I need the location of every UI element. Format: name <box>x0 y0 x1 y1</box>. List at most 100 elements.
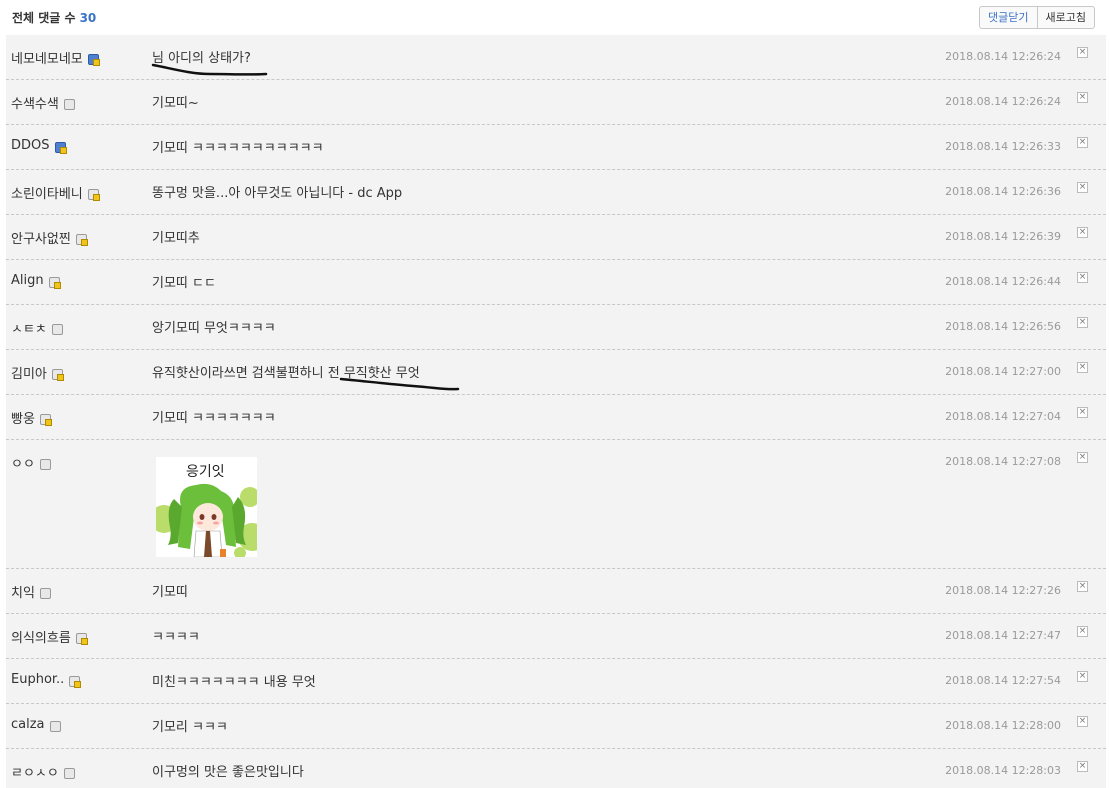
comment-author[interactable]: 수색수색 <box>11 93 75 112</box>
author-nickname[interactable]: DDOS <box>11 138 50 153</box>
author-nickname[interactable]: calza <box>11 717 45 732</box>
comment-author[interactable]: 안구사없찐 <box>11 228 88 247</box>
delete-comment-icon[interactable]: × <box>1077 92 1088 103</box>
author-nickname[interactable]: 안구사없찐 <box>11 228 71 247</box>
delete-comment-icon[interactable]: × <box>1077 272 1088 283</box>
comment-timestamp: 2018.08.14 12:26:39 <box>945 230 1061 243</box>
comment-text: 이구멍의 맛은 좋은맛입니다 <box>152 765 304 780</box>
comment-timestamp: 2018.08.14 12:27:08 <box>945 455 1061 468</box>
delete-comment-icon[interactable]: × <box>1077 317 1088 328</box>
gallery-member-icon <box>87 188 100 201</box>
delete-comment-icon[interactable]: × <box>1077 227 1088 238</box>
comment-author[interactable]: 소린이타베니 <box>11 183 100 202</box>
comment-text: 기모띠~ <box>152 96 199 111</box>
comment-timestamp: 2018.08.14 12:28:03 <box>945 764 1061 777</box>
comment-timestamp: 2018.08.14 12:26:24 <box>945 95 1061 108</box>
author-nickname[interactable]: ㅇㅇ <box>11 453 35 472</box>
delete-comment-icon[interactable]: × <box>1077 716 1088 727</box>
gallery-member-icon <box>39 458 51 470</box>
gallery-member-icon <box>69 675 82 688</box>
comment-list: 네모네모네모 님 아디의 상태가? 2018.08.14 12:26:24 × 수색수색… <box>6 35 1106 788</box>
comment-author[interactable]: ㅅㅌㅊ <box>11 318 63 337</box>
comment-timestamp: 2018.08.14 12:28:00 <box>945 719 1061 732</box>
delete-comment-icon[interactable]: × <box>1077 452 1088 463</box>
comment-author[interactable]: calza <box>11 717 61 732</box>
comment-row: 안구사없찐 기모띠추 2018.08.14 12:26:39 × <box>6 215 1106 260</box>
gallery-member-icon <box>63 98 75 110</box>
comment-actions: 댓글닫기 새로고침 <box>979 6 1095 29</box>
delete-comment-icon[interactable]: × <box>1077 626 1088 637</box>
author-nickname[interactable]: Euphor.. <box>11 672 64 687</box>
comment-text: ㅋㅋㅋㅋ <box>152 630 200 645</box>
comment-text: 기모띠추 <box>152 231 200 246</box>
comment-author[interactable]: Euphor.. <box>11 672 82 688</box>
comment-author[interactable]: 김미아 <box>11 363 64 382</box>
delete-comment-icon[interactable]: × <box>1077 137 1088 148</box>
comment-timestamp: 2018.08.14 12:27:47 <box>945 629 1061 642</box>
comment-timestamp: 2018.08.14 12:27:54 <box>945 674 1061 687</box>
gallery-member-icon <box>48 276 61 289</box>
delete-comment-icon[interactable]: × <box>1077 761 1088 772</box>
comment-row: ㅇㅇ 응기잇 2018.08.14 12:27:08 × <box>6 440 1106 569</box>
gallery-member-icon <box>54 141 67 154</box>
delete-comment-icon[interactable]: × <box>1077 182 1088 193</box>
comment-text: 똥구멍 맛을...아 아무것도 아닙니다 - dc App <box>152 186 403 201</box>
comment-row: 김미아 유직햣산이라쓰면 검색불편하니 전 무직햣산 무엇 2018.08.14 1… <box>6 350 1106 395</box>
sticker-image: 응기잇 <box>156 457 257 557</box>
comment-text: 미친ㅋㅋㅋㅋㅋㅋㅋ 내용 무엇 <box>152 675 316 690</box>
comment-text: 기모띠 ㅋㅋㅋㅋㅋㅋㅋㅋㅋㅋㅋ <box>152 141 324 156</box>
gallery-member-icon <box>51 368 64 381</box>
gallery-member-icon <box>39 587 51 599</box>
gallery-member-icon <box>87 53 100 66</box>
comment-author[interactable]: 의식의흐름 <box>11 627 88 646</box>
gallery-member-icon <box>49 720 61 732</box>
gallery-member-icon <box>75 632 88 645</box>
close-comments-button[interactable]: 댓글닫기 <box>980 7 1038 28</box>
comment-text: 기모리 ㅋㅋㅋ <box>152 720 228 735</box>
comment-row: Euphor.. 미친ㅋㅋㅋㅋㅋㅋㅋ 내용 무엇 2018.08.14 12:27:… <box>6 659 1106 704</box>
comment-row: Align 기모띠 ㄷㄷ 2018.08.14 12:26:44 × <box>6 260 1106 305</box>
delete-comment-icon[interactable]: × <box>1077 407 1088 418</box>
author-nickname[interactable]: 빵웅 <box>11 408 35 427</box>
author-nickname[interactable]: ㄹㅇㅅㅇ <box>11 762 59 781</box>
comment-author[interactable]: ㄹㅇㅅㅇ <box>11 762 75 781</box>
author-nickname[interactable]: ㅅㅌㅊ <box>11 318 47 337</box>
gallery-member-icon <box>51 323 63 335</box>
gallery-member-icon <box>63 767 75 779</box>
comment-count-title: 전체 댓글 수 30 <box>12 9 96 26</box>
author-nickname[interactable]: 의식의흐름 <box>11 627 71 646</box>
comment-timestamp: 2018.08.14 12:27:00 <box>945 365 1061 378</box>
gallery-member-icon <box>39 413 52 426</box>
comment-text: 기모띠 ㄷㄷ <box>152 276 216 291</box>
comment-row: 의식의흐름 ㅋㅋㅋㅋ 2018.08.14 12:27:47 × <box>6 614 1106 659</box>
delete-comment-icon[interactable]: × <box>1077 581 1088 592</box>
comment-timestamp: 2018.08.14 12:26:36 <box>945 185 1061 198</box>
delete-comment-icon[interactable]: × <box>1077 47 1088 58</box>
comment-author[interactable]: 네모네모네모 <box>11 48 100 67</box>
refresh-button[interactable]: 새로고침 <box>1038 7 1094 28</box>
comment-author[interactable]: ㅇㅇ <box>11 453 51 472</box>
comment-author[interactable]: Align <box>11 273 61 289</box>
comment-author[interactable]: 치익 <box>11 582 51 601</box>
author-nickname[interactable]: 네모네모네모 <box>11 48 83 67</box>
comment-text: 앙기모띠 무엇ㅋㅋㅋㅋ <box>152 321 276 336</box>
comment-row: DDOS 기모띠 ㅋㅋㅋㅋㅋㅋㅋㅋㅋㅋㅋ 2018.08.14 12:26:33 × <box>6 125 1106 170</box>
comment-timestamp: 2018.08.14 12:26:24 <box>945 50 1061 63</box>
comment-author[interactable]: DDOS <box>11 138 67 154</box>
comment-timestamp: 2018.08.14 12:26:33 <box>945 140 1061 153</box>
delete-comment-icon[interactable]: × <box>1077 671 1088 682</box>
author-nickname[interactable]: 치익 <box>11 582 35 601</box>
author-nickname[interactable]: 소린이타베니 <box>11 183 83 202</box>
gallery-member-icon <box>75 233 88 246</box>
comment-text: 기모띠 ㅋㅋㅋㅋㅋㅋㅋ <box>152 411 276 426</box>
comment-row: 치익 기모띠 2018.08.14 12:27:26 × <box>6 569 1106 614</box>
delete-comment-icon[interactable]: × <box>1077 362 1088 373</box>
author-nickname[interactable]: 김미아 <box>11 363 47 382</box>
author-nickname[interactable]: Align <box>11 273 44 288</box>
comment-row: ㅅㅌㅊ 앙기모띠 무엇ㅋㅋㅋㅋ 2018.08.14 12:26:56 × <box>6 305 1106 350</box>
comment-author[interactable]: 빵웅 <box>11 408 52 427</box>
comment-timestamp: 2018.08.14 12:27:26 <box>945 584 1061 597</box>
author-nickname[interactable]: 수색수색 <box>11 93 59 112</box>
comment-row: 소린이타베니 똥구멍 맛을...아 아무것도 아닙니다 - dc App 2018.… <box>6 170 1106 215</box>
comment-timestamp: 2018.08.14 12:27:04 <box>945 410 1061 423</box>
